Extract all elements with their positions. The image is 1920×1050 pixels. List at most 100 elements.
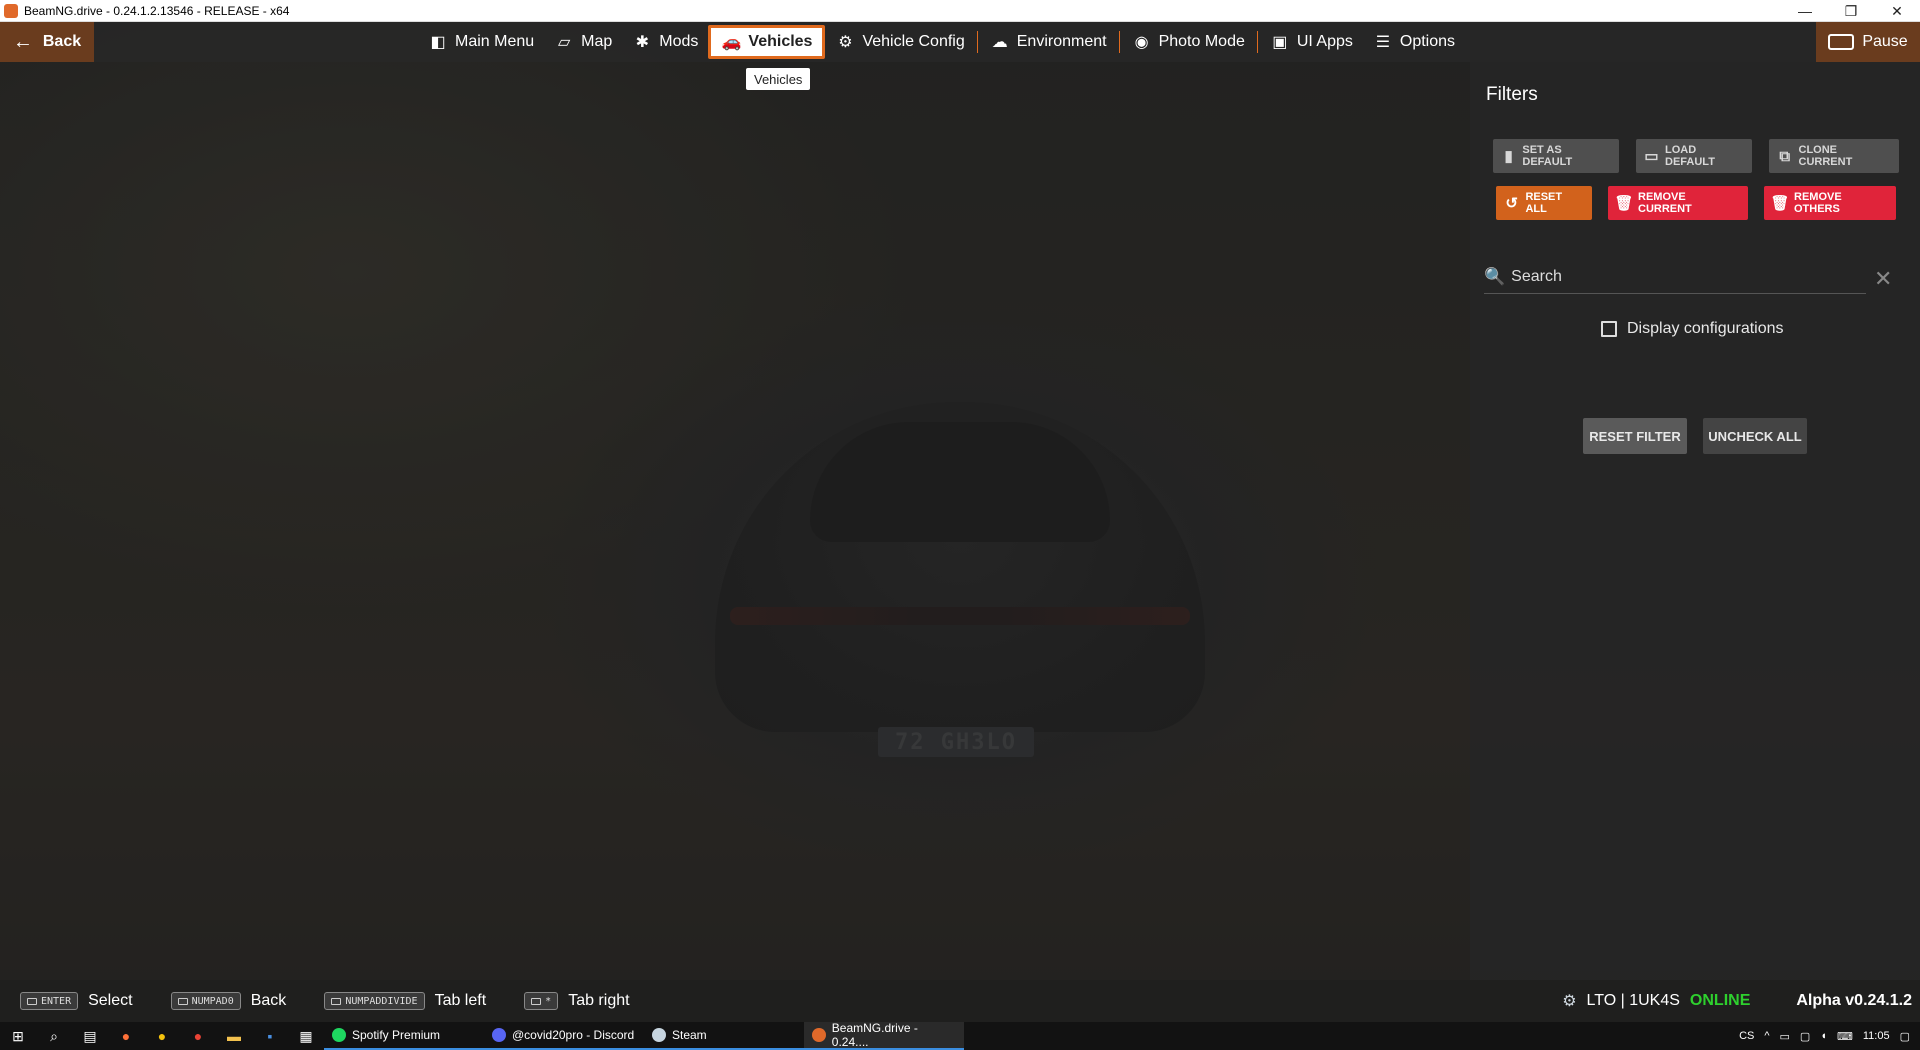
network-icon[interactable]: ▭ bbox=[1780, 1030, 1790, 1043]
uncheck-all-button[interactable]: UNCHECK ALL bbox=[1703, 418, 1807, 454]
windows-start-icon[interactable]: ⊞ bbox=[0, 1022, 36, 1050]
chrome-alt-icon[interactable]: ● bbox=[180, 1022, 216, 1050]
chrome-icon[interactable]: ● bbox=[144, 1022, 180, 1050]
discord-icon bbox=[492, 1028, 506, 1042]
trash-icon: 🗑 bbox=[1614, 195, 1634, 212]
key-badge: NUMPADDIVIDE bbox=[324, 992, 425, 1010]
notifications-icon[interactable]: ▢ bbox=[1900, 1030, 1910, 1043]
display-icon[interactable]: ▢ bbox=[1800, 1030, 1810, 1043]
game-version: Alpha v0.24.1.2 bbox=[1796, 992, 1912, 1009]
online-status: ⚙ LTO | 1UK4S ONLINE Alpha v0.24.1.2 bbox=[1562, 980, 1920, 1022]
clone-current-label: CLONE CURRENT bbox=[1798, 144, 1853, 168]
search-input[interactable]: 🔍 Search bbox=[1484, 260, 1866, 294]
volume-icon[interactable]: ◖ bbox=[1820, 1030, 1827, 1042]
language-indicator[interactable]: CS bbox=[1739, 1030, 1754, 1042]
file-explorer-icon[interactable]: ▬ bbox=[216, 1022, 252, 1050]
clock[interactable]: 11:05 bbox=[1863, 1030, 1890, 1042]
windows-taskbar: ⊞ ⌕ ▤ ● ● ● ▬ ▪ ▦ Spotify Premium @covid… bbox=[0, 1021, 1920, 1050]
menu-separator bbox=[1256, 31, 1258, 53]
tab-map[interactable]: ▱ Map bbox=[544, 26, 622, 58]
clear-search-icon[interactable]: ✕ bbox=[1874, 266, 1892, 292]
close-window-button[interactable]: ✕ bbox=[1874, 0, 1920, 22]
puzzle-icon: ✱ bbox=[635, 34, 649, 51]
keyboard-icon[interactable]: ⌨ bbox=[1837, 1030, 1853, 1043]
taskbar-beamng[interactable]: BeamNG.drive - 0.24.... bbox=[804, 1021, 964, 1050]
online-badge: ONLINE bbox=[1689, 992, 1751, 1009]
username: LTO | 1UK4S bbox=[1586, 992, 1680, 1009]
reset-all-button[interactable]: ↺ RESET ALL bbox=[1496, 186, 1592, 220]
load-default-button[interactable]: ▭ LOAD DEFAULT bbox=[1636, 139, 1752, 173]
minimize-button[interactable]: — bbox=[1782, 0, 1828, 22]
taskbar-spotify[interactable]: Spotify Premium bbox=[324, 1022, 484, 1050]
display-configurations-checkbox[interactable] bbox=[1601, 321, 1617, 337]
steam-icon: ⚙ bbox=[1562, 993, 1577, 1010]
clone-current-button[interactable]: ⧉ CLONE CURRENT bbox=[1769, 139, 1899, 173]
filters-title: Filters bbox=[1486, 84, 1538, 105]
tab-vehicle-config[interactable]: ⚙ Vehicle Config bbox=[825, 26, 974, 58]
tab-mods[interactable]: ✱ Mods bbox=[622, 26, 708, 58]
save-icon[interactable]: ▪ bbox=[252, 1022, 288, 1050]
hint-tab-right: * Tab right bbox=[524, 992, 630, 1010]
tab-environment[interactable]: ☁ Environment bbox=[980, 26, 1117, 58]
pause-button[interactable]: Pause bbox=[1816, 22, 1920, 62]
vehicles-tooltip: Vehicles bbox=[746, 68, 811, 90]
notepad-icon[interactable]: ▤ bbox=[72, 1022, 108, 1050]
pause-button-label: Pause bbox=[1862, 33, 1908, 50]
remove-current-button[interactable]: 🗑 REMOVE CURRENT bbox=[1608, 186, 1748, 220]
taskbar-task-label: Spotify Premium bbox=[352, 1028, 441, 1042]
set-as-default-label: SET AS DEFAULT bbox=[1522, 144, 1573, 168]
tab-main-menu[interactable]: ◧ Main Menu bbox=[418, 26, 544, 58]
menu-separator bbox=[976, 31, 978, 53]
tab-vehicles-label: Vehicles bbox=[748, 33, 813, 50]
taskbar-task-label: @covid20pro - Discord bbox=[512, 1028, 635, 1042]
trash-multiple-icon: 🗑 bbox=[1770, 195, 1790, 212]
top-menu-bar: ← Back ◧ Main Menu ▱ Map ✱ Mods 🚗 Vehicl… bbox=[0, 22, 1920, 62]
calculator-icon[interactable]: ▦ bbox=[288, 1022, 324, 1050]
copy-icon: ⧉ bbox=[1779, 147, 1791, 165]
reset-all-label: RESET ALL bbox=[1525, 191, 1563, 215]
hint-back: NUMPAD0 Back bbox=[170, 992, 287, 1010]
hint-label: Tab right bbox=[568, 992, 630, 1009]
keyboard-icon bbox=[531, 997, 542, 1005]
remove-current-label: REMOVE CURRENT bbox=[1638, 191, 1692, 215]
load-default-label: LOAD DEFAULT bbox=[1665, 144, 1715, 168]
search-placeholder: Search bbox=[1511, 267, 1562, 285]
steam-icon bbox=[652, 1028, 666, 1042]
ui-apps-icon: ▣ bbox=[1272, 34, 1288, 51]
key-label: NUMPADDIVIDE bbox=[345, 995, 418, 1007]
beamng-app-icon bbox=[4, 3, 18, 18]
sliders-icon: ☰ bbox=[1375, 34, 1391, 51]
hint-label: Back bbox=[250, 992, 287, 1009]
tab-map-label: Map bbox=[581, 33, 613, 50]
keyboard-icon bbox=[27, 997, 37, 1005]
tab-photo-mode[interactable]: ◉ Photo Mode bbox=[1122, 26, 1255, 58]
firefox-icon[interactable]: ● bbox=[108, 1022, 144, 1050]
keyboard-icon bbox=[1828, 34, 1855, 50]
taskbar-steam[interactable]: Steam bbox=[644, 1022, 804, 1050]
tab-options[interactable]: ☰ Options bbox=[1363, 26, 1465, 58]
search-icon[interactable]: ⌕ bbox=[36, 1022, 72, 1050]
hint-tab-left: NUMPADDIVIDE Tab left bbox=[324, 992, 486, 1010]
tab-ui-apps-label: UI Apps bbox=[1296, 33, 1353, 50]
filters-panel: Filters ▮ SET AS DEFAULT ▭ LOAD DEFAULT … bbox=[1470, 62, 1920, 980]
display-configurations-option[interactable]: Display configurations bbox=[1601, 320, 1784, 338]
key-badge: NUMPAD0 bbox=[170, 992, 241, 1010]
hint-label: Select bbox=[88, 992, 133, 1009]
reset-filter-button[interactable]: RESET FILTER bbox=[1583, 418, 1687, 454]
tab-vehicles[interactable]: 🚗 Vehicles bbox=[708, 25, 826, 59]
window-title: BeamNG.drive - 0.24.1.2.13546 - RELEASE … bbox=[24, 3, 290, 18]
tab-options-label: Options bbox=[1399, 33, 1456, 50]
tab-main-menu-label: Main Menu bbox=[455, 33, 535, 50]
set-as-default-button[interactable]: ▮ SET AS DEFAULT bbox=[1493, 139, 1619, 173]
map-icon: ▱ bbox=[558, 34, 571, 51]
taskbar-discord[interactable]: @covid20pro - Discord bbox=[484, 1022, 644, 1050]
folder-icon: ▭ bbox=[1644, 148, 1659, 165]
tab-ui-apps[interactable]: ▣ UI Apps bbox=[1260, 26, 1363, 58]
restore-button[interactable]: ❐ bbox=[1828, 0, 1874, 22]
back-button-label: Back bbox=[42, 33, 82, 50]
remove-others-button[interactable]: 🗑 REMOVE OTHERS bbox=[1764, 186, 1896, 220]
back-button[interactable]: ← Back bbox=[0, 22, 94, 62]
sd-card-icon: ▮ bbox=[1504, 148, 1513, 165]
chevron-up-icon[interactable]: ^ bbox=[1764, 1030, 1769, 1042]
engine-icon: ⚙ bbox=[838, 34, 853, 51]
